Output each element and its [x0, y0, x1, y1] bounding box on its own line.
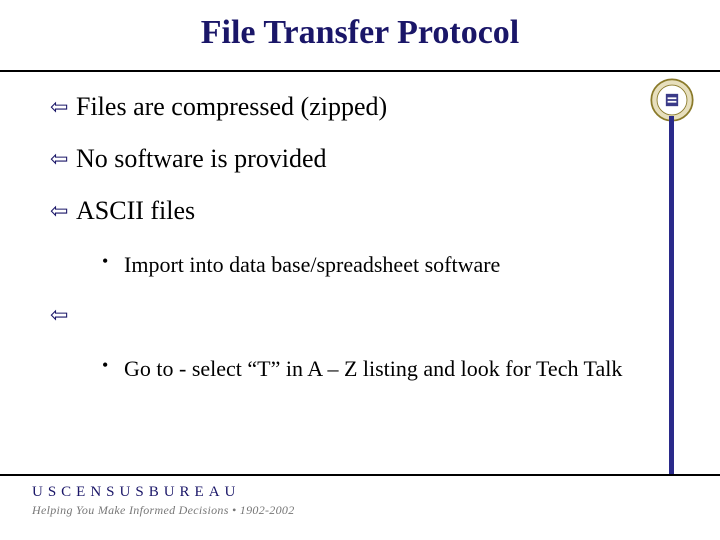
dot-icon: •	[102, 248, 124, 274]
footer-tagline: Helping You Make Informed Decisions • 19…	[32, 503, 692, 518]
bullet-3-sub-text: Import into data base/spreadsheet softwa…	[124, 248, 650, 282]
content-area: ⇦ Files are compressed (zipped) ⇦ No sof…	[50, 92, 650, 404]
bullet-4-sub: • Go to - select “T” in A – Z listing an…	[102, 352, 650, 386]
bullet-3-text: ASCII files	[76, 196, 650, 226]
bullet-3: ⇦ ASCII files	[50, 196, 650, 226]
slide: File Transfer Protocol ⇦ Files are compr…	[0, 0, 720, 540]
arrow-icon: ⇦	[50, 144, 76, 174]
bullet-1-text: Files are compressed (zipped)	[76, 92, 650, 122]
arrow-icon: ⇦	[50, 92, 76, 122]
bullet-2-text: No software is provided	[76, 144, 650, 174]
bullet-4-sub-text: Go to - select “T” in A – Z listing and …	[124, 352, 650, 386]
bottom-rule	[0, 474, 720, 476]
arrow-icon: ⇦	[50, 300, 76, 330]
bullet-1: ⇦ Files are compressed (zipped)	[50, 92, 650, 122]
dot-icon: •	[102, 352, 124, 378]
top-rule	[0, 70, 720, 72]
bullet-3-sub: • Import into data base/spreadsheet soft…	[102, 248, 650, 282]
bullet-4: ⇦	[50, 300, 650, 330]
arrow-icon: ⇦	[50, 196, 76, 226]
footer-brand: USCENSUSBUREAU	[32, 484, 692, 501]
bullet-2: ⇦ No software is provided	[50, 144, 650, 174]
slide-title: File Transfer Protocol	[0, 14, 720, 52]
footer: USCENSUSBUREAU Helping You Make Informed…	[32, 484, 692, 518]
right-vertical-bar	[669, 116, 674, 474]
